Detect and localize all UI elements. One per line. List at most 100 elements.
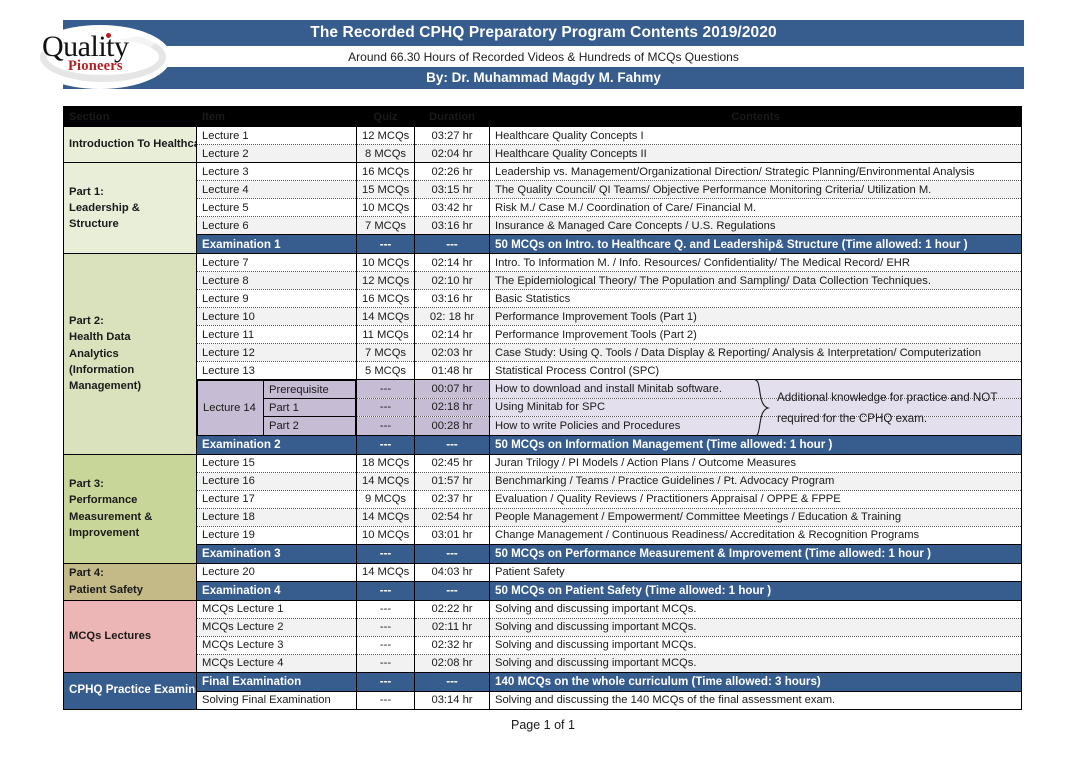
table-row[interactable]: Part 3: Performance Measurement & Improveme… <box>63 453 1022 564</box>
row-contents: 140 MCQs on the whole curriculum (Time a… <box>489 671 1022 692</box>
table-row[interactable]: Lecture 19 10 MCQs 03:01 hr Change Manageme… <box>64 526 1022 545</box>
row-contents: Solving and discussing important MCQs. <box>489 599 1022 619</box>
page-author: By: Dr. Muhammad Magdy M. Fahmy <box>63 67 1024 89</box>
table-row[interactable]: MCQs Lecture 2 --- 02:11 hr Solving and dis… <box>64 618 1022 637</box>
row-quiz: 10 MCQs <box>356 526 415 545</box>
row-item: Examination 4 <box>196 580 357 601</box>
lecture14-label: Lecture 14 <box>197 380 264 435</box>
exam-row[interactable]: Examination 2 --- --- 50 MCQs on Informatio… <box>64 434 1022 455</box>
row-quiz: --- <box>356 618 415 637</box>
table-row[interactable]: Lecture 16 14 MCQs 01:57 hr Benchmarking / … <box>64 472 1022 491</box>
table-body: Introduction To Healthcare QualityLectur… <box>63 126 1022 710</box>
row-quiz: 12 MCQs <box>356 126 415 145</box>
table-row[interactable]: Lecture 5 10 MCQs 03:42 hr Risk M./ Case M.… <box>64 198 1022 217</box>
row-quiz: 7 MCQs <box>356 343 415 362</box>
row-duration: 02:37 hr <box>414 490 490 509</box>
lecture14-subrow[interactable]: Lecture 14 Prerequisite Part 1 Part 2 --- 00:… <box>64 379 1022 435</box>
row-duration: 03:16 hr <box>414 289 490 308</box>
row-quiz: 15 MCQs <box>356 180 415 199</box>
row-duration: 00:28 hr <box>414 416 490 436</box>
logo-red-dot-icon <box>106 33 111 38</box>
row-item: Lecture 2 <box>196 144 357 163</box>
row-item: Lecture 7 <box>196 253 357 272</box>
table-row[interactable]: Lecture 13 5 MCQs 01:48 hr Statistical Proc… <box>64 361 1022 380</box>
section-label: MCQs Lectures <box>63 599 197 673</box>
table-row[interactable]: Lecture 4 15 MCQs 03:15 hr The Quality Coun… <box>64 180 1022 199</box>
exam-row[interactable]: CPHQ Practice ExaminationFinal Examinati… <box>63 671 1022 710</box>
table-row[interactable]: Lecture 17 9 MCQs 02:37 hr Evaluation / Qua… <box>64 490 1022 509</box>
row-quiz: 14 MCQs <box>356 472 415 491</box>
row-duration: 03:16 hr <box>414 216 490 235</box>
table-row[interactable]: Lecture 12 7 MCQs 02:03 hr Case Study: Usin… <box>64 343 1022 362</box>
logo-word-pioneers: Pioneers <box>68 58 123 74</box>
row-duration: 02:08 hr <box>414 654 490 673</box>
row-quiz: 9 MCQs <box>356 490 415 509</box>
table-row[interactable]: Lecture 8 12 MCQs 02:10 hr The Epidemiologi… <box>64 271 1022 290</box>
table-row[interactable]: Part 2: Health Data Analytics (Information M… <box>63 253 1022 455</box>
row-duration: 02:22 hr <box>414 599 490 619</box>
row-duration: --- <box>414 543 490 564</box>
row-quiz: 10 MCQs <box>356 253 415 272</box>
row-contents: Using Minitab for SPC <box>489 398 1022 417</box>
section-label: Introduction To Healthcare Quality <box>63 126 197 163</box>
table-row[interactable]: Lecture 28 MCQs 02:04 hr Healthcare Qualit… <box>64 144 1022 163</box>
row-quiz: 14 MCQs <box>356 307 415 326</box>
row-quiz: 11 MCQs <box>356 325 415 344</box>
table-row[interactable]: MCQs Lecture 3 --- 02:32 hr Solving and dis… <box>64 636 1022 655</box>
row-item: Lecture 17 <box>196 490 357 509</box>
row-duration: 02:11 hr <box>414 618 490 637</box>
table-row[interactable]: Part 4: Patient Safety Lecture 20 14 MCQs 04… <box>63 562 1022 601</box>
table-row[interactable]: MCQs Lecture 4 --- 02:08 hr Solving and dis… <box>64 654 1022 673</box>
row-contents: Juran Trilogy / PI Models / Action Plans… <box>489 453 1022 473</box>
row-item: Lecture 13 <box>196 361 357 380</box>
row-duration: 02:26 hr <box>414 162 490 181</box>
row-duration: 01:57 hr <box>414 472 490 491</box>
row-duration: 00:07 hr <box>414 379 490 399</box>
row-contents: How to download and install Minitab soft… <box>489 379 1022 399</box>
table-row[interactable]: MCQs Lectures MCQs Lecture 1 --- 02:22 hr So… <box>63 599 1022 673</box>
lecture14-subrow-label: Part 2 <box>263 416 356 435</box>
table-row[interactable]: Lecture 9 16 MCQs 03:16 hr Basic Statistics <box>64 289 1022 308</box>
section-label: Part 1: Leadership & Structure <box>63 162 197 254</box>
row-contents: Statistical Process Control (SPC) <box>489 361 1022 380</box>
page-subtitle: Around 66.30 Hours of Recorded Videos & … <box>63 47 1024 67</box>
row-quiz: --- <box>356 671 415 692</box>
table-row[interactable]: Part 1: Leadership & Structure Lecture 3 16 … <box>63 162 1022 254</box>
program-contents-table-wrapper: Section Item Quiz Duration Contents Intr… <box>63 106 1022 710</box>
row-quiz: 16 MCQs <box>356 289 415 308</box>
exam-row[interactable]: Examination 4 --- --- 50 MCQs on Patient Sa… <box>64 580 1022 601</box>
row-item: Lecture 5 <box>196 198 357 217</box>
row-contents: Solving and discussing important MCQs. <box>489 636 1022 655</box>
col-header-section: Section <box>63 106 197 127</box>
exam-row[interactable]: Examination 1 --- --- 50 MCQs on Intro. to … <box>64 234 1022 254</box>
row-contents: Performance Improvement Tools (Part 2) <box>489 325 1022 344</box>
row-contents: 50 MCQs on Information Management (Time … <box>489 434 1022 455</box>
row-contents: Insurance & Managed Care Concepts / U.S.… <box>489 216 1022 235</box>
row-item: Final Examination <box>196 671 357 692</box>
row-item: Lecture 9 <box>196 289 357 308</box>
row-item: Lecture 11 <box>196 325 357 344</box>
row-item: Lecture 12 <box>196 343 357 362</box>
row-quiz: 12 MCQs <box>356 271 415 290</box>
row-quiz: 5 MCQs <box>356 361 415 380</box>
row-duration: 02:32 hr <box>414 636 490 655</box>
lecture14-inner-row: Lecture 14 Prerequisite <box>197 380 356 435</box>
row-item: Lecture 8 <box>196 271 357 290</box>
row-duration: --- <box>414 671 490 692</box>
row-contents: Risk M./ Case M./ Coordination of Care/ … <box>489 198 1022 217</box>
row-quiz: 18 MCQs <box>356 453 415 473</box>
table-row[interactable]: Introduction To Healthcare QualityLectur… <box>63 126 1022 163</box>
row-item: Lecture 15 <box>196 453 357 473</box>
table-row[interactable]: Lecture 67 MCQs 03:16 hr Insurance & Manag… <box>64 216 1022 235</box>
table-row[interactable]: Lecture 11 11 MCQs 02:14 hr Performance Imp… <box>64 325 1022 344</box>
table-row[interactable]: Lecture 18 14 MCQs 02:54 hr People Manageme… <box>64 508 1022 527</box>
row-contents: 50 MCQs on Performance Measurement & Imp… <box>489 543 1022 564</box>
row-duration: --- <box>414 234 490 254</box>
lecture14-subrow-label: Prerequisite <box>263 380 356 399</box>
row-contents: The Quality Council/ QI Teams/ Objective… <box>489 180 1022 199</box>
table-row[interactable]: Lecture 10 14 MCQs 02: 18 hr Performance Im… <box>64 307 1022 326</box>
row-duration: 03:15 hr <box>414 180 490 199</box>
exam-row[interactable]: Examination 3 --- --- 50 MCQs on Performanc… <box>64 543 1022 564</box>
table-row[interactable]: Solving Final Examination --- 03:14 hr Solv… <box>64 691 1022 710</box>
section-label: Part 4: Patient Safety <box>63 562 197 601</box>
